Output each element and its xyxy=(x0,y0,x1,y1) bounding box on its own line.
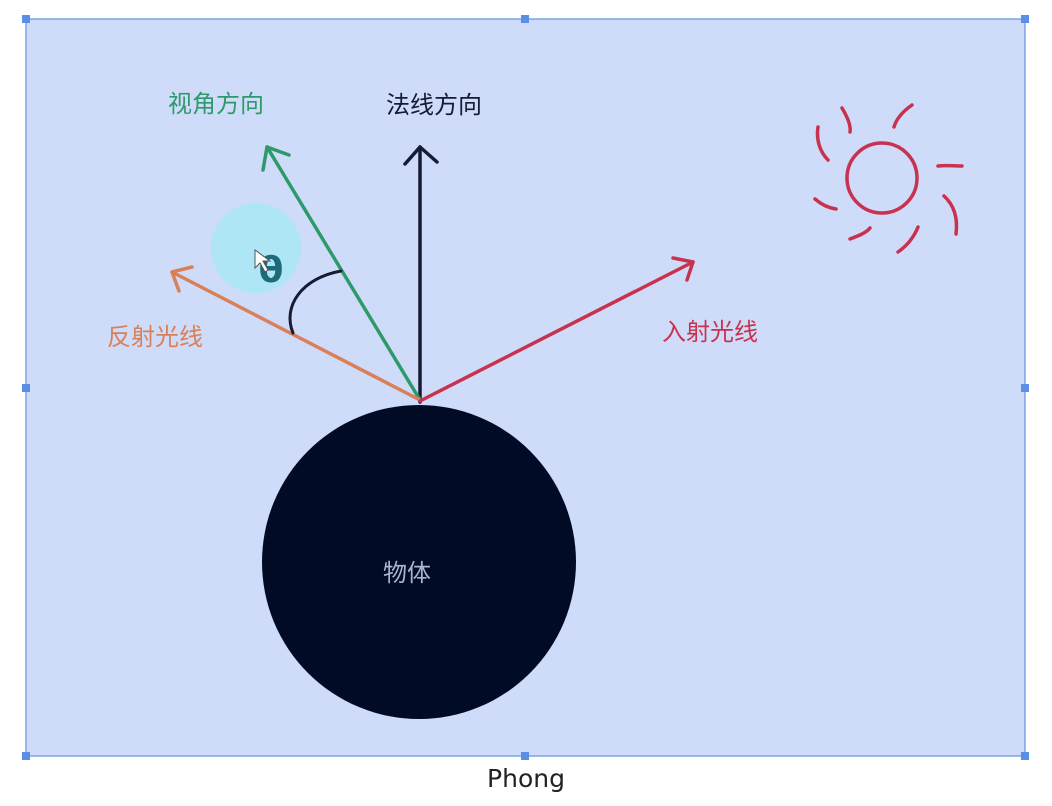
slide-caption: Phong xyxy=(487,764,565,793)
handle-bottom-left[interactable] xyxy=(22,752,30,760)
cursor-highlight-icon xyxy=(211,203,301,293)
reflected-ray-label: 反射光线 xyxy=(107,323,203,351)
slide-canvas: .shadow { filter: none; } 物体 xyxy=(0,0,1052,806)
object-label: 物体 xyxy=(383,559,431,587)
handle-bottom-center[interactable] xyxy=(521,752,529,760)
incident-ray-label: 入射光线 xyxy=(662,318,758,346)
handle-top-center[interactable] xyxy=(521,15,529,23)
view-direction-label: 视角方向 xyxy=(168,90,264,118)
handle-top-left[interactable] xyxy=(22,15,30,23)
handle-top-right[interactable] xyxy=(1021,15,1029,23)
handle-middle-right[interactable] xyxy=(1021,384,1029,392)
normal-direction-label: 法线方向 xyxy=(386,91,482,119)
handle-middle-left[interactable] xyxy=(22,384,30,392)
phong-diagram: .shadow { filter: none; } 物体 θ 视角方向 法线方向… xyxy=(22,15,1029,760)
handle-bottom-right[interactable] xyxy=(1021,752,1029,760)
